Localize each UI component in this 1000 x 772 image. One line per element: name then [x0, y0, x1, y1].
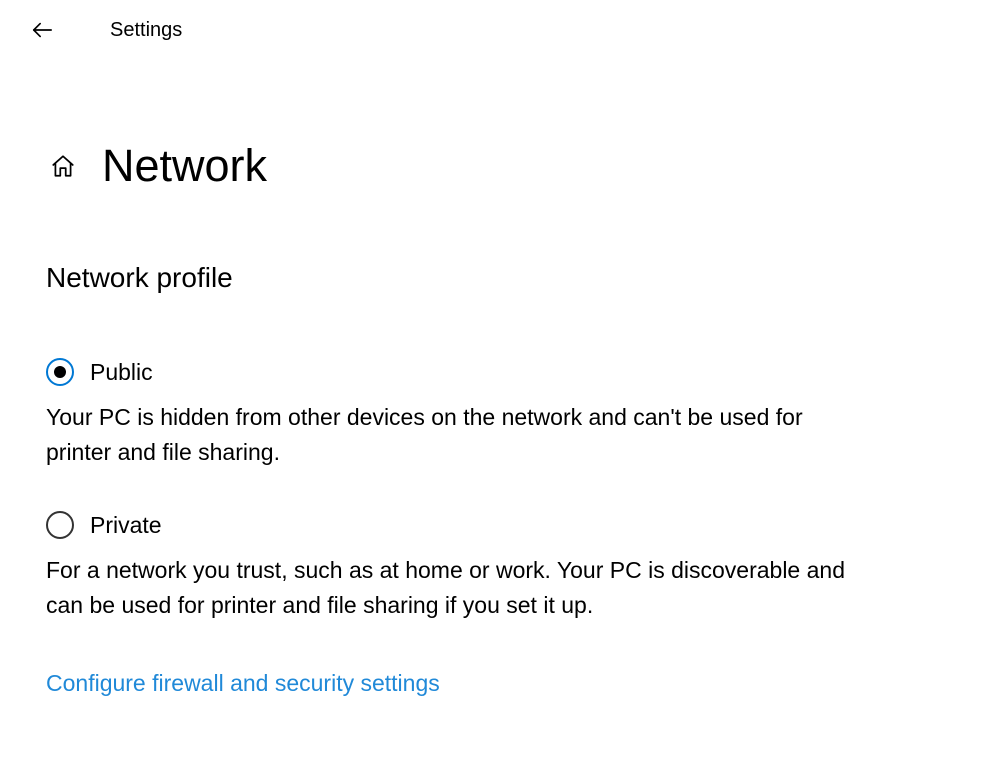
network-profile-private-option: Private For a network you trust, such as…: [46, 511, 854, 622]
network-profile-public-option: Public Your PC is hidden from other devi…: [46, 358, 854, 469]
radio-description-public: Your PC is hidden from other devices on …: [46, 400, 854, 469]
firewall-settings-link[interactable]: Configure firewall and security settings: [46, 670, 440, 697]
back-button[interactable]: [30, 18, 54, 42]
app-header: Settings: [0, 0, 1000, 60]
app-title: Settings: [110, 19, 182, 42]
radio-button-public[interactable]: [46, 358, 74, 386]
content-area: Network profile Public Your PC is hidden…: [0, 192, 900, 697]
radio-description-private: For a network you trust, such as at home…: [46, 553, 854, 622]
radio-public[interactable]: Public: [46, 358, 854, 386]
radio-button-private[interactable]: [46, 511, 74, 539]
home-icon[interactable]: [50, 153, 76, 179]
page-title: Network: [102, 140, 267, 192]
radio-label-private: Private: [90, 512, 162, 539]
back-arrow-icon: [31, 19, 53, 41]
page-title-row: Network: [0, 60, 1000, 192]
radio-private[interactable]: Private: [46, 511, 854, 539]
section-heading: Network profile: [46, 262, 854, 294]
radio-label-public: Public: [90, 359, 153, 386]
